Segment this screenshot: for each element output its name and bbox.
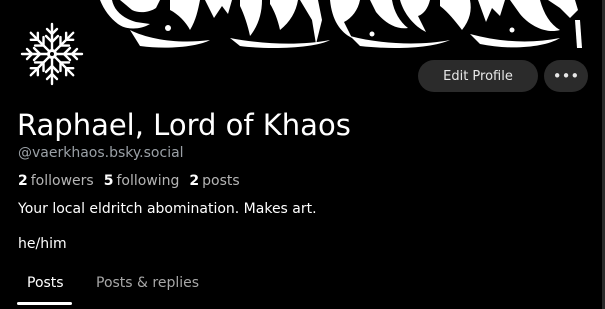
avatar[interactable] [14,16,90,92]
ellipsis-icon: ••• [552,67,580,85]
posts-label: posts [202,173,240,189]
tab-posts[interactable]: Posts [27,274,64,292]
following-stat[interactable]: 5 following [104,172,180,190]
more-options-button[interactable]: ••• [544,60,588,92]
banner-artwork [100,0,582,48]
profile-pronouns: he/him [18,236,67,252]
snowflake-sigil-icon [20,22,84,86]
followers-count: 2 [18,173,28,189]
profile-stats: 2 followers 5 following 2 posts [18,172,250,190]
display-name: Raphael, Lord of Khaos [17,108,351,142]
following-label: following [116,173,180,189]
followers-label: followers [30,173,94,189]
edit-profile-button[interactable]: Edit Profile [418,60,538,92]
following-count: 5 [103,173,114,189]
profile-handle: @vaerkhaos.bsky.social [18,145,184,161]
profile-banner[interactable] [0,0,605,50]
active-tab-indicator [17,302,72,305]
followers-stat[interactable]: 2 followers [18,172,94,190]
profile-bio: Your local eldritch abomination. Makes a… [18,201,317,217]
tab-posts-and-replies[interactable]: Posts & replies [96,274,199,292]
posts-count: 2 [189,173,200,189]
posts-stat: 2 posts [189,172,239,190]
